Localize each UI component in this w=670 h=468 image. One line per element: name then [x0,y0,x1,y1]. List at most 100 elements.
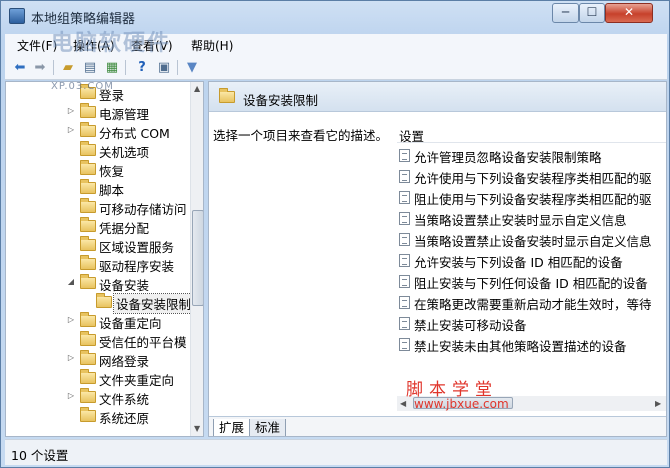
policy-setting-icon [399,254,410,267]
setting-row[interactable]: 当策略设置禁止设备安装时显示自定义信息 [397,229,666,250]
tree-item-label: 文件夹重定向 [99,373,175,388]
toolbar-separator [177,60,178,75]
close-button[interactable]: ✕ [605,3,653,23]
view-tabs: 扩展 标准 [209,416,666,436]
scroll-up-icon[interactable]: ▲ [194,84,200,93]
tree-item[interactable]: 可移动存储访问 [6,198,191,217]
scroll-down-icon[interactable]: ▼ [194,424,200,433]
status-text: 10 个设置 [11,448,69,463]
expand-arrow-icon[interactable]: ◢ [66,277,76,286]
watermark-top-url: XP.03.COM [51,81,114,92]
policy-setting-icon [399,233,410,246]
tree-item[interactable]: 凭据分配 [6,217,191,236]
show-hide-tree-icon[interactable]: ▤ [81,59,99,76]
tree-item-label: 可移动存储访问 [99,202,187,217]
setting-label: 阻止安装与下列任何设备 ID 相匹配的设备 [414,276,648,291]
details-title: 设备安装限制 [243,93,319,108]
tree-item[interactable]: 脚本 [6,179,191,198]
folder-icon [80,312,96,327]
up-folder-icon[interactable]: ▰ [59,59,77,76]
expand-arrow-icon[interactable]: ▷ [66,315,76,324]
tree-item-label: 恢复 [99,164,125,179]
toolbar-separator [53,60,54,75]
policy-setting-icon [399,170,410,183]
scroll-thumb[interactable] [192,210,203,306]
tree-item-label: 电源管理 [99,107,150,122]
tree-item-label: 脚本 [99,183,125,198]
export-list-icon[interactable]: ▦ [103,59,121,76]
main-window: 本地组策略编辑器 ─ ☐ ✕ 文件(F) 操作(A) 查看(V) 帮助(H) ⬅… [0,0,670,468]
setting-row[interactable]: 当策略设置禁止安装时显示自定义信息 [397,208,666,229]
properties-icon[interactable]: ▣ [155,59,173,76]
tree-item[interactable]: ▷ 电源管理 [6,103,191,122]
setting-row[interactable]: 允许管理员忽略设备安装限制策略 [397,145,666,166]
menu-help[interactable]: 帮助(H) [191,37,233,54]
setting-label: 允许管理员忽略设备安装限制策略 [414,150,602,165]
toolbar: ⬅ ➡ ▰ ▤ ▦ ? ▣ ▼ [5,56,667,80]
folder-icon [80,236,96,251]
tree-item[interactable]: ▷ 分布式 COM [6,122,191,141]
setting-row[interactable]: 禁止安装未由其他策略设置描述的设备 [397,334,666,355]
setting-row[interactable]: 阻止使用与下列设备安装程序类相匹配的驱 [397,187,666,208]
toolbar-separator [125,60,126,75]
folder-icon [80,198,96,213]
expand-arrow-icon[interactable]: ▷ [66,391,76,400]
tree-item[interactable]: 文件夹重定向 [6,369,191,388]
policy-editor-icon [9,8,25,24]
policy-setting-icon [399,191,410,204]
tree-item-label: 驱动程序安装 [99,259,175,274]
setting-label: 阻止使用与下列设备安装程序类相匹配的驱 [414,192,652,207]
scroll-left-icon[interactable]: ◀ [400,399,406,408]
help-icon[interactable]: ? [133,59,151,76]
folder-icon [80,103,96,118]
tree-item[interactable]: 系统还原 [6,407,191,426]
tree-item[interactable]: ◢ 设备安装 [6,274,191,293]
setting-label: 禁止安装未由其他策略设置描述的设备 [414,339,627,354]
tree-item-label: 设备重定向 [99,316,162,331]
forward-arrow-icon[interactable]: ➡ [31,59,49,76]
expand-arrow-icon[interactable]: ▷ [66,106,76,115]
tree-item[interactable]: 区域设置服务 [6,236,191,255]
setting-row[interactable]: 允许使用与下列设备安装程序类相匹配的驱 [397,166,666,187]
tree-item[interactable]: 恢复 [6,160,191,179]
navigation-tree[interactable]: 登录 ▷ 电源管理 ▷ 分布式 COM 关机选项 恢复 脚本 可移动存储访问 凭… [5,81,204,437]
setting-row[interactable]: 阻止安装与下列任何设备 ID 相匹配的设备 [397,271,666,292]
tree-vertical-scrollbar[interactable]: ▲ ▼ [190,82,203,436]
policy-setting-icon [399,212,410,225]
tree-item-label: 区域设置服务 [99,240,175,255]
folder-icon [80,141,96,156]
tree-item-label: 设备安装 [99,278,150,293]
tree-item-selected[interactable]: 设备安装限制 [6,293,195,314]
tree-item-label: 系统还原 [99,411,150,426]
maximize-button[interactable]: ☐ [579,3,605,23]
minimize-button[interactable]: ─ [552,3,579,23]
tab-standard[interactable]: 标准 [249,419,287,436]
details-header: 设备安装限制 [209,82,666,112]
tree-item[interactable]: ▷ 文件系统 [6,388,191,407]
setting-row[interactable]: 允许安装与下列设备 ID 相匹配的设备 [397,250,666,271]
filter-icon[interactable]: ▼ [183,59,201,76]
setting-label: 当策略设置禁止安装时显示自定义信息 [414,213,627,228]
setting-label: 允许使用与下列设备安装程序类相匹配的驱 [414,171,652,186]
setting-row[interactable]: 禁止安装可移动设备 [397,313,666,334]
tree-item[interactable]: ▷ 设备重定向 [6,312,191,331]
policy-setting-icon [399,275,410,288]
folder-icon [80,255,96,270]
expand-arrow-icon[interactable]: ▷ [66,353,76,362]
folder-icon [96,293,112,308]
tree-item[interactable]: 受信任的平台模 [6,331,191,350]
setting-row[interactable]: 在策略更改需要重新启动才能生效时，等待 [397,292,666,313]
tree-item[interactable]: 关机选项 [6,141,191,160]
folder-icon [80,388,96,403]
tab-extended[interactable]: 扩展 [213,419,251,436]
tree-item-label: 分布式 COM [99,126,170,141]
tree-item[interactable]: 驱动程序安装 [6,255,191,274]
scroll-right-icon[interactable]: ▶ [655,399,661,408]
tree-item[interactable]: ▷ 网络登录 [6,350,191,369]
settings-column-header[interactable]: 设置 [397,123,666,144]
back-arrow-icon[interactable]: ⬅ [11,59,29,76]
tree-item-label: 网络登录 [99,354,150,369]
setting-label: 在策略更改需要重新启动才能生效时，等待 [414,297,652,312]
expand-arrow-icon[interactable]: ▷ [66,125,76,134]
folder-icon [80,179,96,194]
